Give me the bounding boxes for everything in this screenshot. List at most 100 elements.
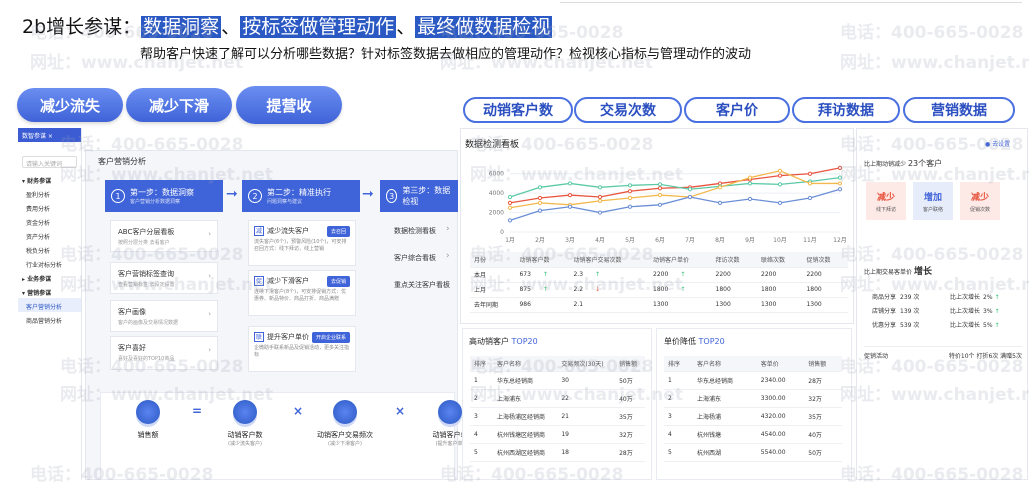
table-cell: 1300	[802, 297, 848, 313]
insight-card[interactable]: 客户喜好 喜好及喜好的TOP10商品 ›	[110, 336, 218, 370]
metric-marketing-button[interactable]: 营销数据	[903, 97, 1015, 123]
table-header-cell: 销售额	[804, 356, 842, 372]
table-row[interactable]: 3 上海杨浦区经销商 21 35万	[470, 407, 645, 426]
table-header-row: 月份 动销客户数 动销客户交易次数 动销客户单价 拜访次数 联络次数 促销次数	[470, 252, 848, 268]
check-item[interactable]: 重点关注客户看板	[394, 280, 450, 290]
goal-raise-revenue-button[interactable]: 提营收	[236, 86, 342, 124]
share-count: 539 次	[900, 322, 920, 329]
kpi-sub: 客户联络	[922, 206, 943, 213]
metric-transactions-button[interactable]: 交易次数	[574, 97, 682, 123]
table-cell: 21	[557, 407, 616, 426]
sidebar-item[interactable]: 商品营销分析	[18, 312, 81, 326]
table-header-row: 排序 客户名称 客单价 销售额	[664, 356, 842, 372]
action-title: 减少下滑客户	[267, 277, 309, 285]
metric-customer-price-button[interactable]: 客户价	[684, 97, 790, 123]
goal-reduce-decline-button[interactable]: 减少下滑	[126, 88, 232, 122]
arrow-up-icon: ↑	[680, 286, 686, 293]
kpi-card[interactable]: 减少 线下拜访	[866, 182, 906, 220]
churn-summary-value: 23个客户	[907, 159, 943, 168]
metric-visits-button[interactable]: 拜访数据	[792, 97, 900, 123]
sidebar-item[interactable]: 税负分析	[18, 242, 81, 256]
table-row[interactable]: 4 杭州钱塘区经销商 19 32万	[470, 425, 645, 444]
share-percent: 3%	[983, 308, 993, 315]
formula-label: 动销客户数	[227, 431, 263, 439]
table-row[interactable]: 3 上海杨浦 4320.00 35万	[664, 407, 842, 426]
price-drop-title: 单价降低 TOP20	[664, 336, 725, 347]
table-cell: 32万	[615, 425, 645, 444]
sidebar-search-input[interactable]: 请输入关键词	[22, 156, 77, 168]
formula-sub: (减少流失客户)	[228, 441, 262, 447]
sidebar-item[interactable]: 资金分析	[18, 214, 81, 228]
chevron-right-icon: ›	[208, 346, 211, 354]
share-compare: 比上次增长 3% ↑	[950, 306, 1000, 315]
check-item[interactable]: 数据检测看板	[394, 226, 436, 236]
table-cell: 4	[470, 425, 493, 444]
watermark: 网址：www.chanjet.net	[840, 53, 1029, 73]
kpi-card[interactable]: 减少 促销次数	[960, 182, 1000, 220]
sidebar-tab[interactable]: 数智参谋 ×	[18, 128, 81, 142]
action-button[interactable]: 去促销	[326, 276, 350, 287]
table-cell: 5	[664, 443, 693, 462]
table-cell: 2.3 ↑	[569, 267, 650, 283]
insight-card[interactable]: ABC客户分层看板 按照分层分类 去看客户 ›	[110, 220, 218, 252]
table-cell: 1300	[649, 297, 712, 313]
sidebar-item[interactable]: 费用分析	[18, 200, 81, 214]
table-row: 去年同期 986 2.1 1300 1300 1300 1300	[470, 297, 848, 313]
table-row[interactable]: 5 杭州西湖区经销商 18 28万	[470, 443, 645, 462]
table-cell: 1300	[711, 297, 758, 313]
table-row[interactable]: 1 华东总经销商 2340.00 28万	[664, 371, 842, 390]
action-icon: 促	[254, 276, 264, 286]
step2-header[interactable]: 2 第二步：精准执行 问题洞察与建议	[242, 180, 360, 212]
step3-header[interactable]: 3 第三步：数据检视	[380, 180, 458, 212]
sidebar-item[interactable]: 资产分析	[18, 228, 81, 242]
customers-icon	[233, 400, 257, 424]
kpi-card[interactable]: 增加 客户联络	[913, 182, 953, 220]
table-cell: 杭州钱塘区经销商	[492, 425, 558, 444]
sidebar-item[interactable]: ▾ 财务参谋	[18, 172, 81, 186]
action-card[interactable]: 联提升客户单价 开启企业联系 企微助手联系新品及促销活动，更多关注指标	[248, 326, 356, 372]
check-item[interactable]: 客户综合看板	[394, 253, 436, 263]
cell-value: 1800	[806, 286, 822, 293]
step3-title: 第三步：数据检视	[402, 186, 451, 206]
goal-reduce-churn-button[interactable]: 减少流失	[17, 88, 123, 122]
sidebar-item[interactable]: 盈利分析	[18, 186, 81, 200]
table-cell: 2.1	[569, 297, 650, 313]
table-header-cell: 动销客户数	[515, 252, 570, 268]
action-card[interactable]: 促减少下滑客户 去促销 连续下滑客户(8个)，可安排促销方式：优惠券、新品特价、商品…	[248, 270, 356, 316]
action-desc: 企微助手联系新品及促销活动，更多关注指标	[254, 345, 350, 358]
table-row[interactable]: 2 上海浦东 3300.00 32万	[664, 389, 842, 408]
x-tick-label: 2月	[535, 237, 545, 244]
table-cell: 杭州钱塘	[692, 425, 757, 444]
sidebar-item[interactable]: ▸ 业务参谋	[18, 270, 81, 284]
data-point	[777, 168, 783, 173]
action-button[interactable]: 开启企业联系	[311, 332, 350, 343]
action-card[interactable]: 减减少流失客户 去召回 流失客户(6个)，预警风险(10个)，可安排召回方式：线下拜…	[248, 220, 356, 266]
price-drop-wrap: 排序 客户名称 客单价 销售额 1 华东总经销商 2340.00 28万 2 上海浦东 3300.0…	[664, 356, 842, 462]
table-row[interactable]: 2 上海浦东 22 40万	[470, 389, 645, 408]
data-point	[507, 200, 513, 205]
cell-value: 2.3	[573, 271, 584, 278]
metric-active-customers-button[interactable]: 动销客户数	[463, 97, 573, 123]
insight-card[interactable]: 客户画像 客户的画像及交易情况数据 ›	[110, 300, 218, 332]
promo-value: 特价10个 打折6次 满赠5次	[948, 353, 1022, 360]
cell-value: 673	[519, 271, 531, 278]
table-row[interactable]: 5 杭州西湖 5540.00 50万	[664, 443, 842, 462]
top-customers-title-text: 高动销客户	[469, 337, 509, 346]
formula-sub: (减少下滑客户)	[328, 441, 362, 447]
sidebar-item[interactable]: 客户营销分析	[18, 298, 81, 312]
table-row[interactable]: 4 杭州钱塘 4540.00 40万	[664, 425, 842, 444]
sidebar-item[interactable]: 行业对标分析	[18, 256, 81, 270]
data-point	[567, 192, 573, 198]
sidebar: 数智参谋 × 请输入关键词 ▾ 财务参谋 盈利分析 费用分析 资金分析 资产分析 税负分析…	[18, 128, 82, 480]
table-row[interactable]: 1 华东总经销商 30 50万	[470, 371, 645, 390]
settings-link[interactable]: ● 去设置	[985, 139, 1010, 148]
action-button[interactable]: 去召回	[326, 226, 350, 237]
top-customers-table: 排序 客户名称 交易频次(30天) 销售额 1 华东总经销商 30 50万 2 上海浦东 22 40万…	[470, 356, 645, 462]
x-tick-label: 9月	[745, 237, 755, 244]
y-tick-label: 2000	[489, 210, 504, 217]
insight-card[interactable]: 客户营销标签查询 查看营销标签 去设定设置 ›	[110, 262, 218, 294]
table-header-cell: 交易频次(30天)	[557, 356, 616, 372]
data-point	[657, 182, 663, 187]
step1-header[interactable]: 1 第一步：数据洞察 客户营销分析数据洞察	[105, 180, 223, 212]
sidebar-item[interactable]: ▾ 营销参谋	[18, 284, 81, 298]
